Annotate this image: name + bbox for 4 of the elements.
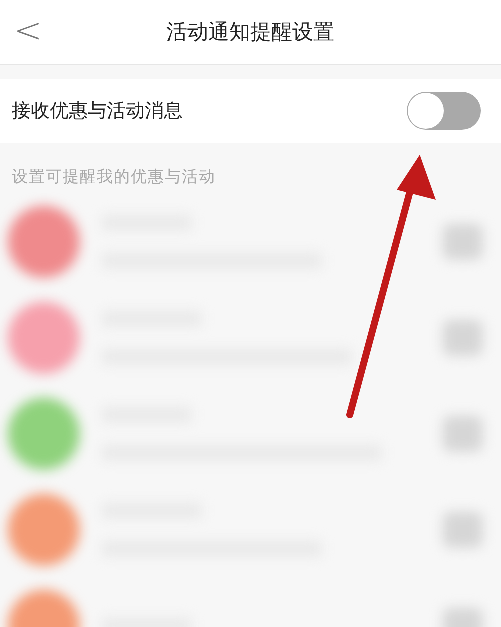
page-title: 活动通知提醒设置 (166, 19, 334, 46)
setting-label: 接收优惠与活动消息 (12, 99, 183, 124)
section-label: 设置可提醒我的优惠与活动 (12, 167, 216, 186)
back-button[interactable]: < (8, 14, 48, 48)
